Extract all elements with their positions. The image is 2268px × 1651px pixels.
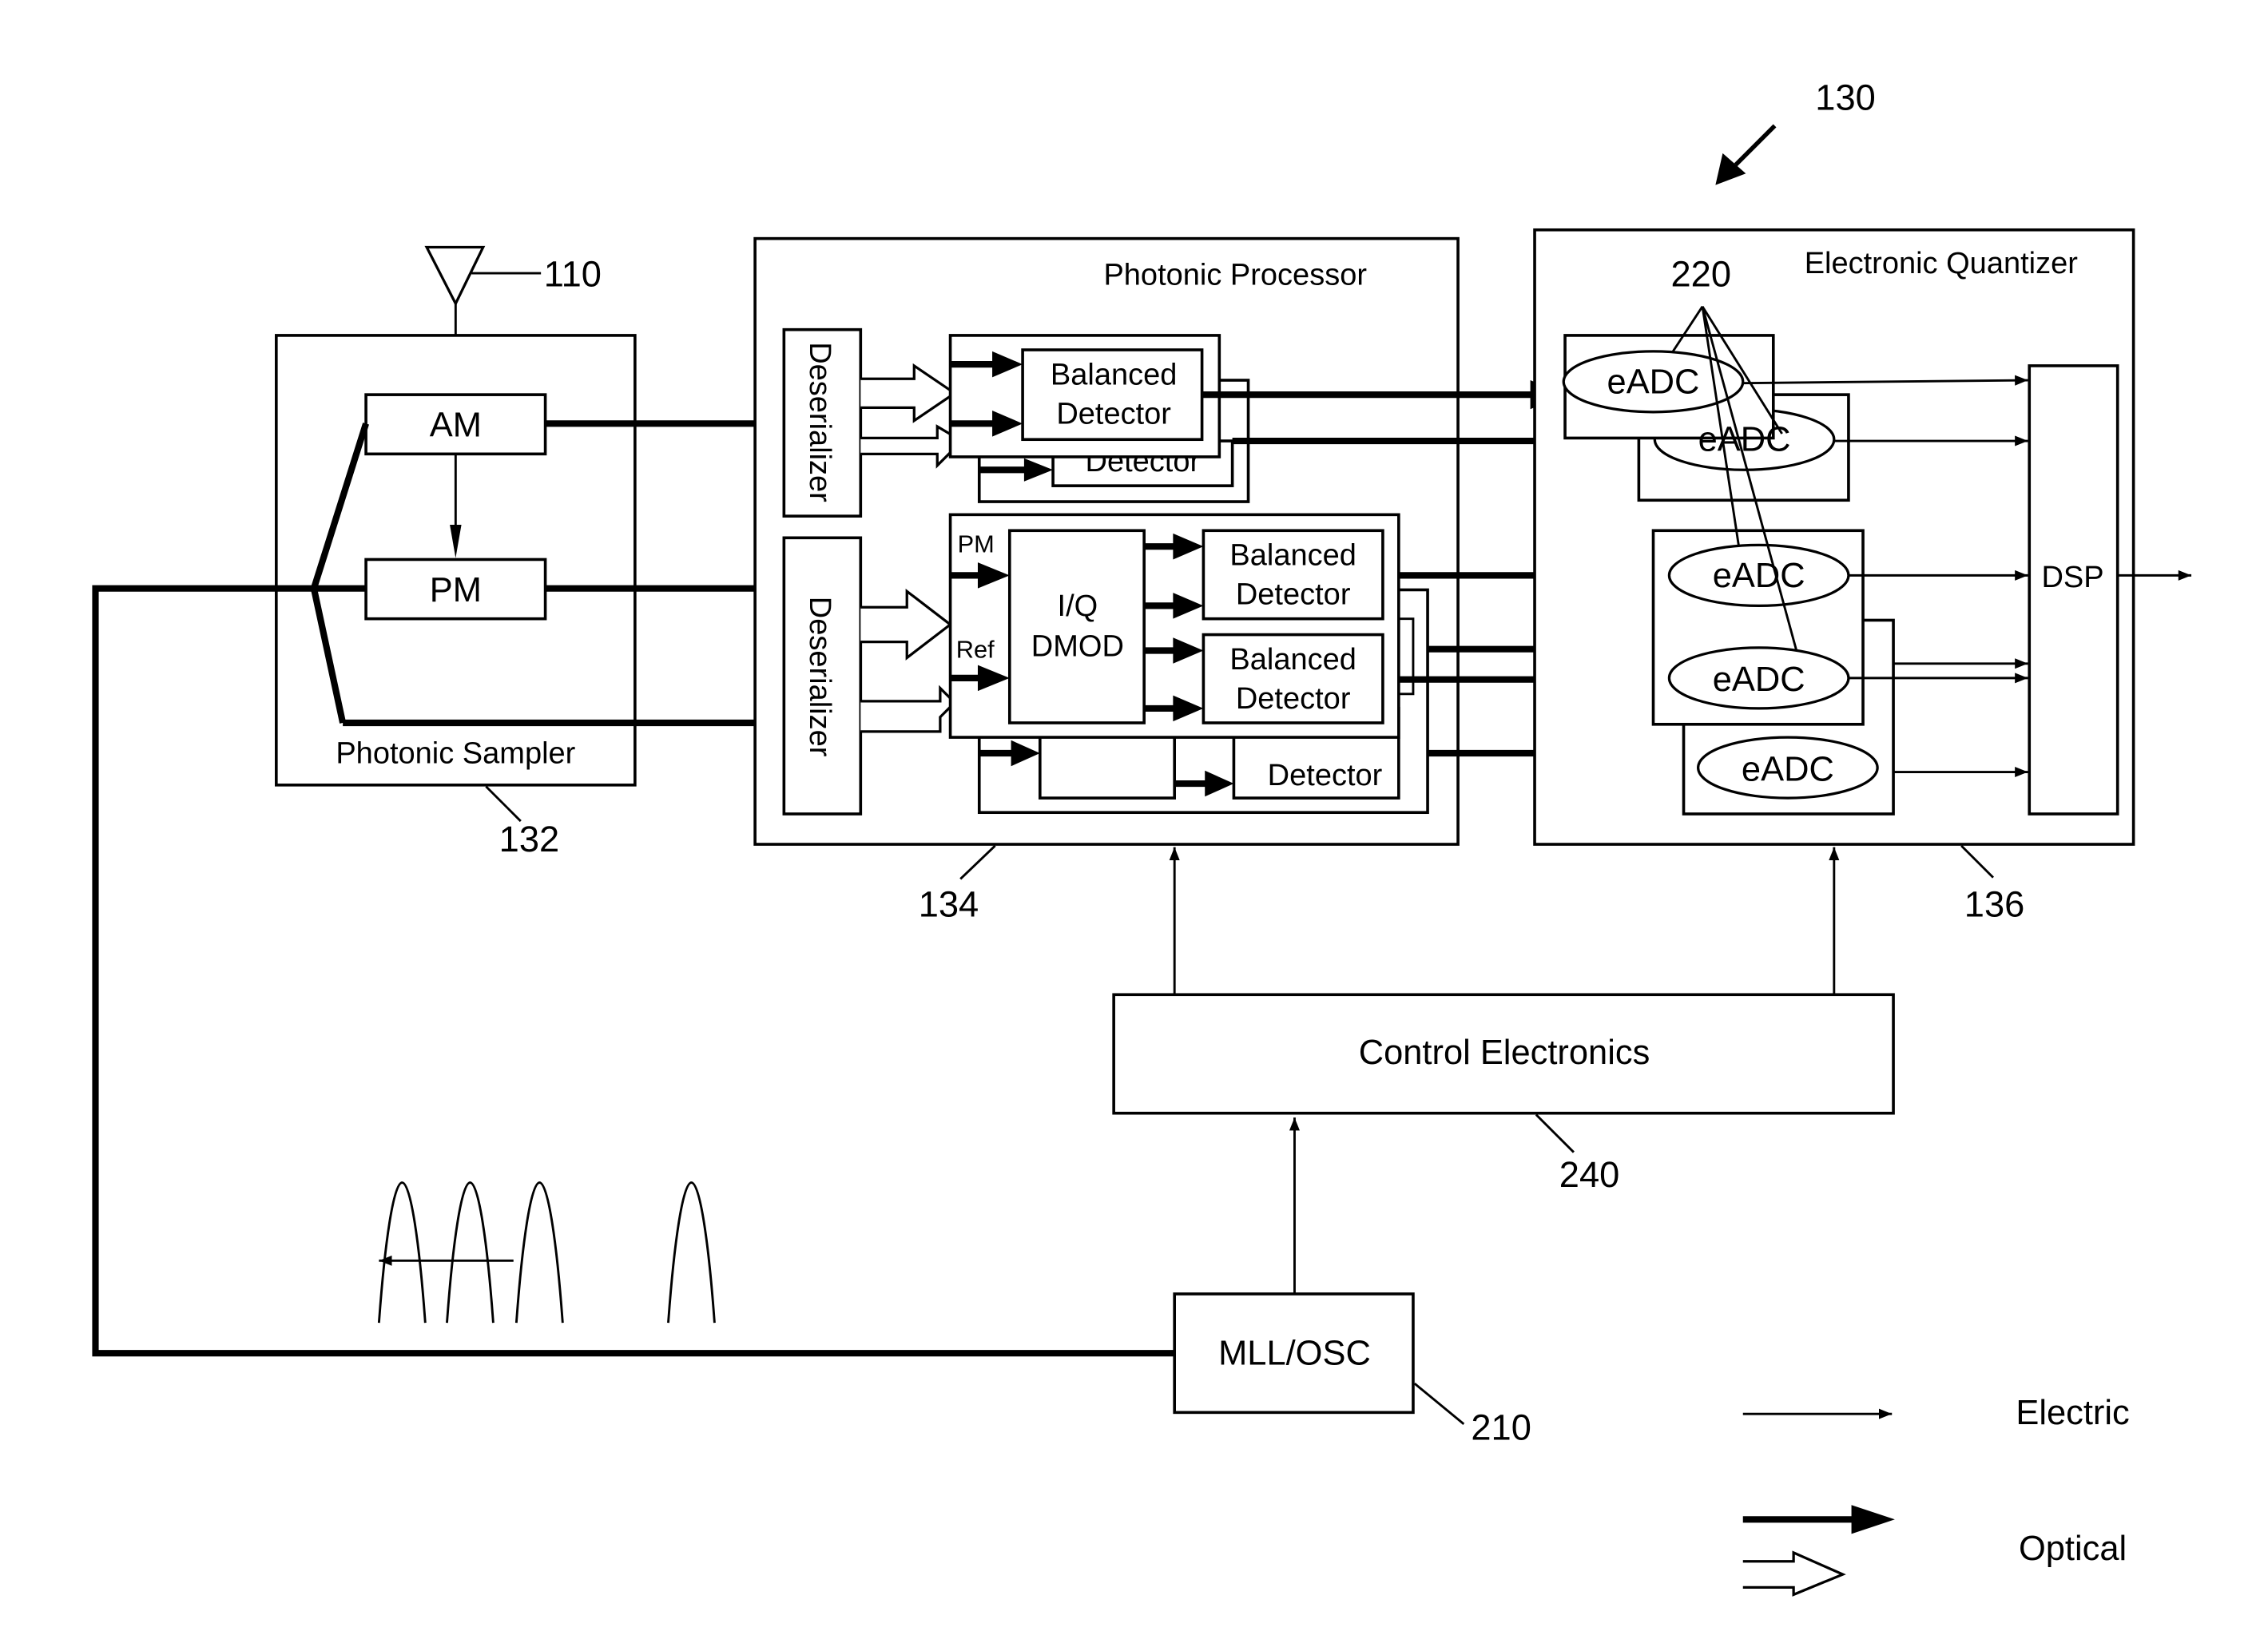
photonic-sampler-leader [485,785,522,823]
mll-oscillator: MLL/OSC 210 [1173,1117,1531,1448]
legend-electric-label: Electric [2016,1394,2129,1432]
legend: Electric Optical [1742,1394,2130,1597]
figure-ref-label: 130 [1815,77,1876,118]
antenna-icon [424,245,486,307]
detector-back-bottom-label: Detector [1268,759,1383,792]
iq-pm-input-label: PM [958,530,995,558]
antenna-ref-label: 110 [544,253,602,294]
pulse-3 [514,1181,564,1324]
optical-pulse-train [377,1181,716,1324]
iq-dmod-box [1007,529,1146,724]
electronic-quantizer-leader [1960,844,1995,879]
balanced-detector-top-line1: Balanced [1051,358,1177,391]
eadc-5-label: eADC [1742,750,1834,788]
pulse-4 [667,1181,716,1324]
pulse-2 [446,1181,495,1324]
photonic-sampler-ref: 132 [499,819,560,859]
legend-optical-arrowhead-icon [1851,1505,1895,1534]
legend-optical-hollow-arrow [1742,1550,1846,1597]
iq-ref-input-label: Ref [956,636,995,664]
balanced-detector-q-line2: Detector [1236,682,1351,716]
iq-dmod-line1: I/Q [1058,589,1098,623]
eadc-4-label: eADC [1713,661,1805,699]
figure-reference: 130 [1715,77,1876,185]
am-label: AM [430,407,482,445]
electronic-quantizer-ref: 136 [1964,884,2025,925]
balanced-detector-q-line1: Balanced [1229,643,1356,677]
eadc-3-label: eADC [1713,557,1805,595]
mll-osc-title: MLL/OSC [1218,1335,1371,1373]
pm-label: PM [430,571,482,609]
balanced-detector-i-line1: Balanced [1229,539,1356,573]
control-electronics-ref: 240 [1559,1154,1620,1195]
photonic-processor-ref: 134 [919,884,979,925]
figure-ref-arrow-line [1734,124,1777,167]
mll-osc-leader [1413,1383,1465,1425]
eadc-ref-label: 220 [1670,253,1731,294]
photonic-sampler-title: Photonic Sampler [336,737,575,771]
eadc-1-label: eADC [1607,363,1700,401]
balanced-detector-i-line2: Detector [1236,578,1351,612]
photonic-processor-title: Photonic Processor [1103,259,1367,292]
dsp-label: DSP [2041,561,2103,594]
system-block-diagram: 130 110 Photonic Sampler 132 AM PM Photo… [92,77,2192,1597]
balanced-detector-top-line2: Detector [1056,397,1171,431]
mll-osc-ref: 210 [1471,1407,1531,1448]
electronic-quantizer: Electronic Quantizer 136 eADC eADC eADC … [1533,228,2192,925]
iq-dmod-line2: DMOD [1031,630,1124,664]
control-electronics-title: Control Electronics [1359,1034,1650,1072]
control-electronics: Control Electronics 240 [1112,847,1895,1195]
deserializer-top-label: Deserializer [803,342,836,502]
pulse-1 [377,1181,427,1324]
deserializer-bottom-label: Deserializer [803,597,836,757]
electronic-quantizer-title: Electronic Quantizer [1805,247,2079,280]
photonic-processor-leader [959,844,996,880]
photonic-sampler: Photonic Sampler 132 AM PM [275,334,637,859]
legend-optical-label: Optical [2019,1530,2127,1568]
photonic-processor: Photonic Processor 134 Deserializer Dese… [753,236,1460,925]
control-electronics-leader [1535,1113,1575,1153]
